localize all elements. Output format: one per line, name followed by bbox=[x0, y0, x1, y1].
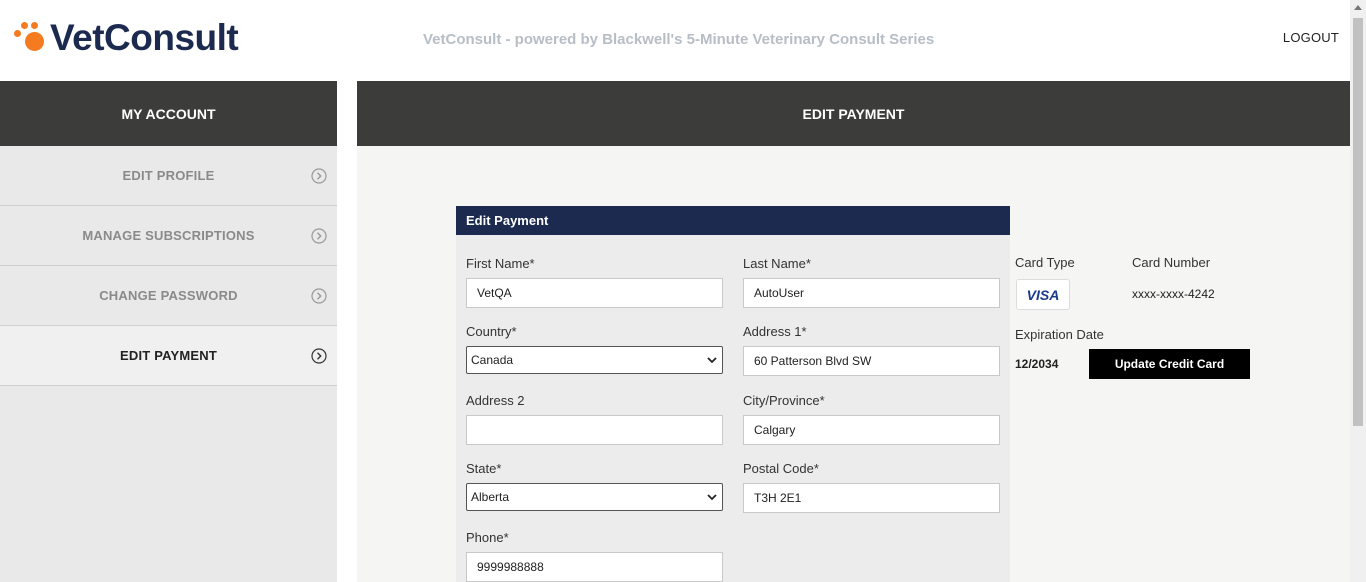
address2-group: Address 2 bbox=[466, 393, 723, 445]
card-number-value: xxxx-xxxx-4242 bbox=[1132, 287, 1215, 301]
update-credit-card-button[interactable]: Update Credit Card bbox=[1089, 349, 1250, 379]
address1-label: Address 1* bbox=[743, 324, 807, 339]
visa-card-icon: VISA bbox=[1016, 279, 1070, 310]
country-value: Canada bbox=[471, 353, 514, 367]
sidebar-item-label: CHANGE PASSWORD bbox=[99, 288, 238, 303]
postal-label: Postal Code* bbox=[743, 461, 819, 476]
last-name-label: Last Name* bbox=[743, 256, 811, 271]
header-tagline: VetConsult - powered by Blackwell's 5-Mi… bbox=[423, 31, 935, 48]
city-group: City/Province* Calgary bbox=[743, 393, 1000, 445]
paw-icon bbox=[12, 18, 48, 58]
chevron-right-icon bbox=[311, 347, 327, 364]
chevron-right-icon bbox=[311, 287, 327, 304]
sidebar-item-manage-subscriptions[interactable]: MANAGE SUBSCRIPTIONS bbox=[0, 206, 337, 266]
sidebar-item-edit-profile[interactable]: EDIT PROFILE bbox=[0, 146, 337, 206]
card-number-label: Card Number bbox=[1132, 255, 1211, 270]
address2-input[interactable] bbox=[466, 415, 723, 445]
country-group: Country* Canada bbox=[466, 324, 723, 374]
form-title: Edit Payment bbox=[456, 206, 1010, 235]
scrollbar-thumb[interactable] bbox=[1353, 18, 1363, 426]
phone-label: Phone* bbox=[466, 530, 509, 545]
sidebar-item-edit-payment[interactable]: EDIT PAYMENT bbox=[0, 326, 337, 386]
account-sidebar: MY ACCOUNT EDIT PROFILE MANAGE SUBSCRIPT… bbox=[0, 81, 337, 582]
address2-label: Address 2 bbox=[466, 393, 525, 408]
country-label: Country* bbox=[466, 324, 517, 339]
state-value: Alberta bbox=[471, 490, 510, 504]
sidebar-item-label: EDIT PAYMENT bbox=[119, 348, 218, 363]
sidebar-item-label: EDIT PROFILE bbox=[122, 168, 215, 183]
logo-text: VetConsult bbox=[50, 17, 239, 58]
logout-link[interactable]: LOGOUT bbox=[1283, 30, 1339, 45]
first-name-group: First Name* VetQA bbox=[466, 256, 723, 308]
chevron-right-icon bbox=[311, 167, 327, 184]
postal-group: Postal Code* T3H 2E1 bbox=[743, 461, 1000, 513]
page-scrollbar[interactable] bbox=[1350, 0, 1366, 582]
page-title: EDIT PAYMENT bbox=[357, 81, 1350, 146]
scroll-up-arrow-icon[interactable] bbox=[1354, 5, 1362, 10]
country-select[interactable]: Canada bbox=[466, 346, 723, 374]
expiration-label: Expiration Date bbox=[1015, 327, 1104, 342]
sidebar-title: MY ACCOUNT bbox=[0, 81, 337, 146]
city-label: City/Province* bbox=[743, 393, 825, 408]
site-header: VetConsult VetConsult - powered by Black… bbox=[0, 0, 1350, 81]
sidebar-item-change-password[interactable]: CHANGE PASSWORD bbox=[0, 266, 337, 326]
chevron-right-icon bbox=[311, 227, 327, 244]
address1-input[interactable]: 60 Patterson Blvd SW bbox=[743, 346, 1000, 376]
last-name-group: Last Name* AutoUser bbox=[743, 256, 1000, 308]
state-label: State* bbox=[466, 461, 502, 476]
chevron-down-icon bbox=[707, 494, 717, 501]
expiration-value: 12/2034 bbox=[1015, 357, 1059, 371]
vetconsult-logo[interactable]: VetConsult bbox=[12, 14, 239, 62]
phone-input[interactable]: 9999988888 bbox=[466, 552, 723, 582]
card-type-label: Card Type bbox=[1015, 255, 1075, 270]
phone-group: Phone* 9999988888 bbox=[466, 530, 723, 582]
first-name-input[interactable]: VetQA bbox=[466, 278, 723, 308]
last-name-input[interactable]: AutoUser bbox=[743, 278, 1000, 308]
state-select[interactable]: Alberta bbox=[466, 483, 723, 511]
sidebar-item-label: MANAGE SUBSCRIPTIONS bbox=[82, 228, 255, 243]
postal-code-input[interactable]: T3H 2E1 bbox=[743, 483, 1000, 513]
edit-payment-form: Edit Payment First Name* VetQA Last Name… bbox=[456, 206, 1010, 582]
state-group: State* Alberta bbox=[466, 461, 723, 511]
chevron-down-icon bbox=[707, 357, 717, 364]
first-name-label: First Name* bbox=[466, 256, 535, 271]
address1-group: Address 1* 60 Patterson Blvd SW bbox=[743, 324, 1000, 376]
city-input[interactable]: Calgary bbox=[743, 415, 1000, 445]
